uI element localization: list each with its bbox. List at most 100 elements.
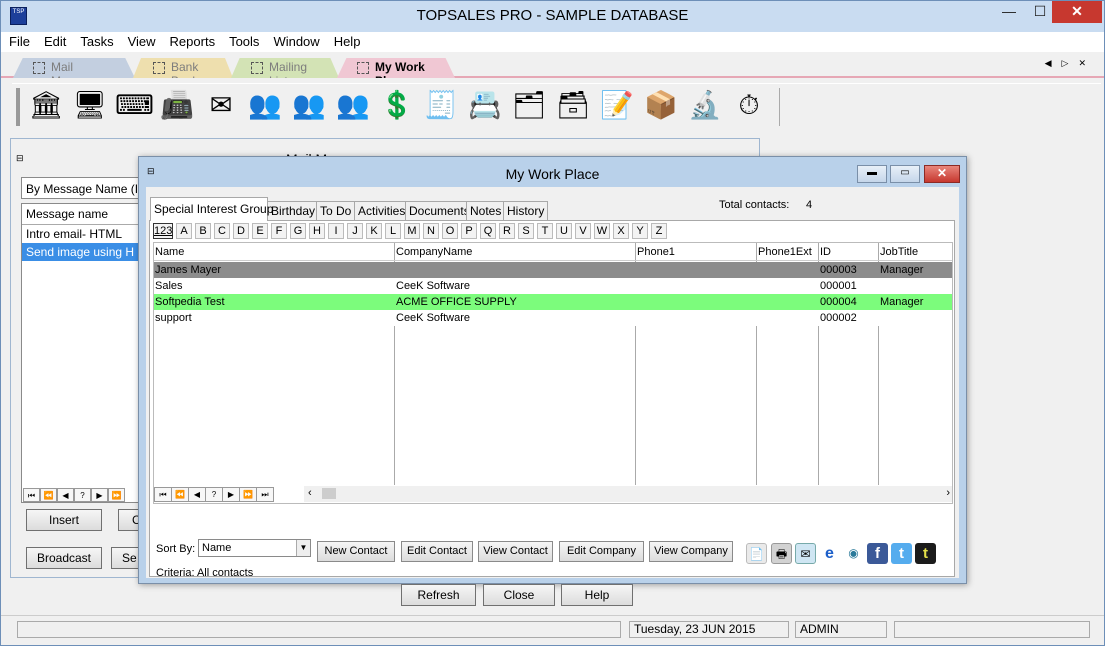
table-row[interactable]: Softpedia Test ACME OFFICE SUPPLY 000004 Ma… (154, 294, 952, 310)
first-record-icon[interactable]: ⏮ (154, 487, 172, 502)
files-icon[interactable]: 🗂 (511, 87, 547, 123)
facebook-icon[interactable]: f (867, 543, 888, 564)
table-row[interactable]: Sales CeeK Software 000001 (154, 278, 952, 294)
note-icon[interactable]: 📝 (599, 87, 635, 123)
letter-filter-a[interactable]: A (176, 223, 192, 239)
help-icon[interactable]: ? (74, 488, 91, 502)
letter-filter-f[interactable]: F (271, 223, 287, 239)
package-icon[interactable]: 📦 (643, 87, 679, 123)
computer-icon[interactable]: 🖥 (72, 87, 108, 123)
column-header-phone-ext[interactable]: Phone1Ext (757, 243, 819, 261)
tab-scroll-arrows[interactable]: ◀▷✕ (1045, 58, 1096, 69)
doc-tab-bank-book[interactable]: Bank Book (133, 58, 233, 78)
help-button[interactable]: Help (561, 584, 633, 606)
lab-icon[interactable]: 🔬 (687, 87, 723, 123)
tab-documents[interactable]: Documents (405, 201, 470, 221)
tab-birthday[interactable]: Birthday (267, 201, 317, 221)
invoice-icon[interactable]: 💲 (379, 87, 415, 123)
view-company-button[interactable]: View Company (649, 541, 733, 562)
stopwatch-icon[interactable]: ⏱ (731, 87, 767, 123)
html-contacts-icon[interactable]: 👥 (291, 87, 327, 123)
prev-page-icon[interactable]: ⏪ (40, 488, 57, 502)
letter-filter-d[interactable]: D (233, 223, 249, 239)
letter-filter-w[interactable]: W (594, 223, 610, 239)
letter-filter-q[interactable]: Q (480, 223, 496, 239)
scroll-thumb[interactable] (322, 488, 336, 499)
menu-reports[interactable]: Reports (162, 32, 222, 49)
maximize-button[interactable]: ☐ (1025, 1, 1055, 23)
help-icon[interactable]: ? (205, 487, 223, 502)
letter-filter-g[interactable]: G (290, 223, 306, 239)
letter-filter-t[interactable]: T (537, 223, 553, 239)
broadcast-button[interactable]: Broadcast (26, 547, 102, 569)
mail-icon[interactable]: ✉ (203, 87, 239, 123)
menu-window[interactable]: Window (265, 32, 325, 49)
letter-filter-n[interactable]: N (423, 223, 439, 239)
tab-notes[interactable]: Notes (466, 201, 504, 221)
register-icon[interactable]: 🧾 (423, 87, 459, 123)
menu-tasks[interactable]: Tasks (72, 32, 119, 49)
table-row[interactable]: James Mayer 000003 Manager (154, 262, 952, 278)
scroll-left-icon[interactable]: ‹ (308, 487, 312, 499)
letter-filter-z[interactable]: Z (651, 223, 667, 239)
bank-icon[interactable]: 🏛 (28, 87, 64, 123)
print-icon[interactable]: 🖶 (771, 543, 792, 564)
dialog-maximize-button[interactable]: ▭ (890, 165, 920, 183)
column-header-job-title[interactable]: JobTitle (879, 243, 952, 261)
doc-tab-mailing-lists[interactable]: Mailing Lists (231, 58, 339, 78)
dialog-close-button[interactable]: ✕ (924, 165, 960, 183)
letter-filter-l[interactable]: L (385, 223, 401, 239)
letter-filter-123[interactable]: 123 (153, 223, 173, 239)
letter-filter-c[interactable]: C (214, 223, 230, 239)
first-record-icon[interactable]: ⏮ (23, 488, 40, 502)
letter-filter-o[interactable]: O (442, 223, 458, 239)
menu-tools[interactable]: Tools (221, 32, 265, 49)
insert-button[interactable]: Insert (26, 509, 102, 531)
letter-filter-p[interactable]: P (461, 223, 477, 239)
prev-record-icon[interactable]: ◀ (57, 488, 74, 502)
view-contact-button[interactable]: View Contact (478, 541, 553, 562)
scroll-right-icon[interactable]: › (946, 487, 950, 499)
next-page-icon[interactable]: ⏩ (108, 488, 125, 502)
edit-contact-button[interactable]: Edit Contact (401, 541, 473, 562)
next-record-icon[interactable]: ▶ (222, 487, 240, 502)
letter-filter-h[interactable]: H (309, 223, 325, 239)
email-icon[interactable]: ✉ (795, 543, 816, 564)
doc-tab-mail-messages[interactable]: Mail Messages (13, 58, 135, 78)
mail-list-item[interactable]: Intro email- HTML (22, 225, 150, 243)
tumblr-icon[interactable]: t (915, 543, 936, 564)
minimize-button[interactable]: — (994, 1, 1024, 23)
tab-history[interactable]: History (503, 201, 548, 221)
letter-filter-m[interactable]: M (404, 223, 420, 239)
column-header-id[interactable]: ID (819, 243, 879, 261)
menu-help[interactable]: Help (326, 32, 367, 49)
chevron-down-icon[interactable]: ▼ (296, 540, 310, 556)
next-record-icon[interactable]: ▶ (91, 488, 108, 502)
mail-list-item[interactable]: Send image using H (22, 243, 150, 261)
toolbar-grip[interactable] (16, 88, 20, 126)
edit-company-button[interactable]: Edit Company (559, 541, 644, 562)
prev-record-icon[interactable]: ◀ (188, 487, 206, 502)
column-header-name[interactable]: Name (154, 243, 395, 261)
dialog-minimize-button[interactable]: ▬ (857, 165, 887, 183)
tab-to-do[interactable]: To Do (316, 201, 355, 221)
column-header-company[interactable]: CompanyName (395, 243, 636, 261)
letter-filter-x[interactable]: X (613, 223, 629, 239)
close-button[interactable]: ✕ (1052, 1, 1102, 23)
table-row[interactable]: support CeeK Software 000002 (154, 310, 952, 326)
html-contacts-alt-icon[interactable]: 👥 (335, 87, 371, 123)
fax-icon[interactable]: 📠 (159, 87, 195, 123)
letter-filter-y[interactable]: Y (632, 223, 648, 239)
web-search-icon[interactable]: ◉ (843, 543, 864, 564)
tab-special-interest-group[interactable]: Special Interest Group (150, 197, 273, 221)
next-page-icon[interactable]: ⏩ (239, 487, 257, 502)
tab-activities[interactable]: Activities (354, 201, 406, 221)
menu-file[interactable]: File (1, 32, 36, 49)
rolodex-icon[interactable]: 📇 (467, 87, 503, 123)
twitter-icon[interactable]: t (891, 543, 912, 564)
new-contact-button[interactable]: New Contact (317, 541, 395, 562)
mail-sort-select[interactable]: By Message Name (I (21, 177, 151, 199)
letter-filter-u[interactable]: U (556, 223, 572, 239)
letter-filter-b[interactable]: B (195, 223, 211, 239)
menu-view[interactable]: View (120, 32, 162, 49)
